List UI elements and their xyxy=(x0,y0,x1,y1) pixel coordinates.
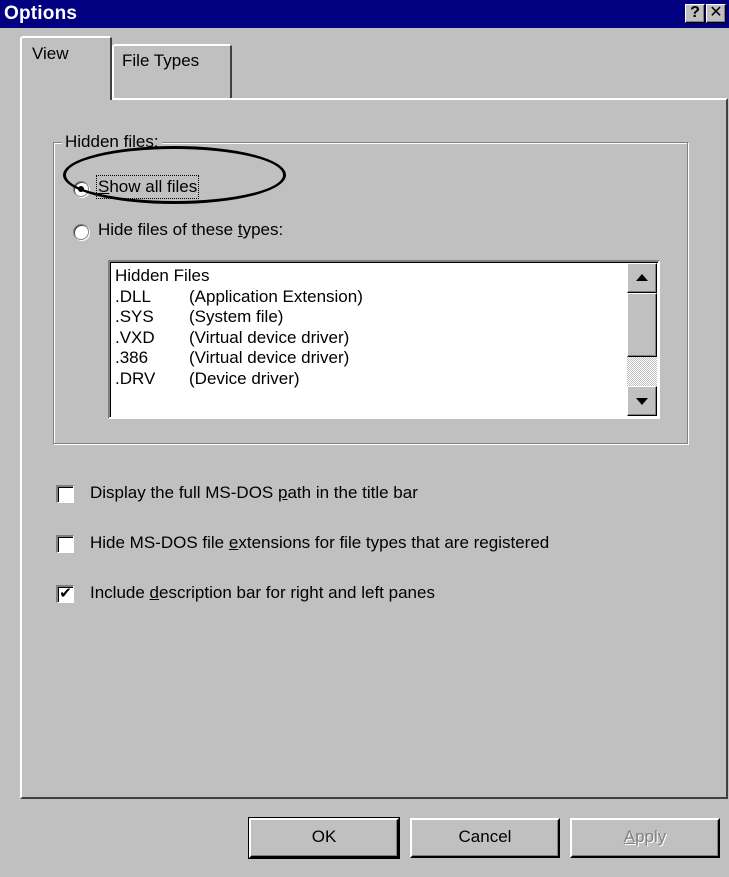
hide-extensions-checkbox[interactable] xyxy=(56,535,74,553)
list-item-desc: (Device driver) xyxy=(189,368,300,388)
list-item-desc: (System file) xyxy=(189,307,284,326)
description-bar-label[interactable]: Include description bar for right and le… xyxy=(90,583,435,603)
hide-file-types-label[interactable]: Hide files of these types: xyxy=(98,220,283,240)
apply-button[interactable]: Apply xyxy=(570,818,720,858)
list-item-ext: .DLL xyxy=(115,286,151,306)
arrow-down-icon xyxy=(636,398,648,405)
hide-file-types-radio[interactable] xyxy=(73,224,89,240)
list-item-ext: .SYS xyxy=(115,307,154,326)
hidden-files-group-label: Hidden files: xyxy=(62,132,162,152)
scroll-up-button[interactable] xyxy=(627,263,657,293)
window-title: Options xyxy=(4,3,78,24)
scroll-thumb[interactable] xyxy=(627,293,657,357)
options-dialog: Options ? ✕ View File Types Hidden files… xyxy=(0,0,729,877)
view-tab-panel: Hidden files: Show all files Hide files … xyxy=(20,98,728,799)
hide-extensions-label[interactable]: Hide MS-DOS file extensions for file typ… xyxy=(90,533,549,553)
cancel-button[interactable]: Cancel xyxy=(410,818,560,858)
scroll-down-button[interactable] xyxy=(627,386,657,416)
list-item-desc: (Application Extension) xyxy=(189,286,363,306)
close-button[interactable]: ✕ xyxy=(706,4,726,23)
hidden-file-types-listbox[interactable]: Hidden Files .DLL (Application Extension… xyxy=(108,260,660,419)
tab-file-types-label: File Types xyxy=(122,51,200,70)
full-path-label[interactable]: Display the full MS-DOS path in the titl… xyxy=(90,483,418,503)
radio-selected-dot xyxy=(78,186,84,192)
list-item-ext: .VXD xyxy=(115,327,155,347)
ok-button[interactable]: OK xyxy=(248,817,400,859)
tab-view-label: View xyxy=(32,44,69,63)
help-icon: ? xyxy=(690,4,700,21)
show-all-files-label[interactable]: Show all files xyxy=(95,175,200,199)
arrow-up-icon xyxy=(636,274,648,281)
list-item-ext: .DRV xyxy=(115,368,156,388)
close-icon: ✕ xyxy=(709,4,723,21)
title-bar[interactable]: Options ? ✕ xyxy=(0,0,729,28)
list-item-desc: (Virtual device driver) xyxy=(189,327,350,347)
list-item-ext: Hidden Files xyxy=(115,266,210,285)
tab-view[interactable]: View xyxy=(20,36,112,100)
list-vertical-scrollbar[interactable] xyxy=(627,263,657,416)
help-button[interactable]: ? xyxy=(685,4,705,23)
full-path-checkbox[interactable] xyxy=(56,485,74,503)
list-item-ext: .386 xyxy=(115,348,149,367)
tab-file-types[interactable]: File Types xyxy=(112,44,232,101)
list-item-desc: (Virtual device driver) xyxy=(189,348,350,367)
show-all-files-radio[interactable] xyxy=(73,181,89,197)
description-bar-checkbox[interactable]: ✔ xyxy=(56,585,74,603)
